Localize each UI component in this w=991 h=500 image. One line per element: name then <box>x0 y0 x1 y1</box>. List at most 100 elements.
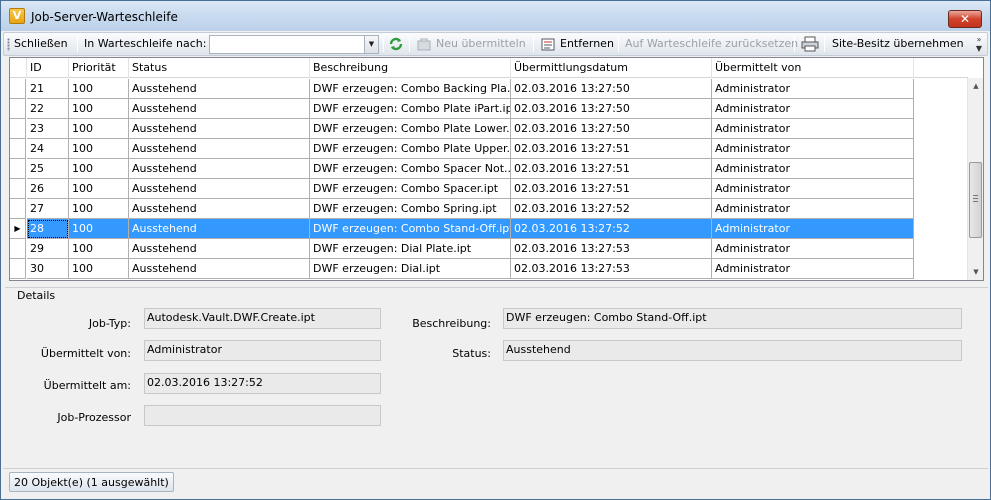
cell-id[interactable]: 21 <box>27 79 69 99</box>
cell-description[interactable]: DWF erzeugen: Combo Spacer Not... <box>310 159 511 179</box>
scroll-up-icon[interactable]: ▲ <box>968 78 983 94</box>
row-header[interactable] <box>10 199 26 219</box>
refresh-button[interactable] <box>388 36 404 52</box>
row-header[interactable] <box>10 159 26 179</box>
cell-status[interactable]: Ausstehend <box>129 79 310 99</box>
cell-submitted-by[interactable]: Administrator <box>712 99 914 119</box>
cell-id[interactable]: 22 <box>27 99 69 119</box>
cell-priority[interactable]: 100 <box>69 239 129 259</box>
cell-status[interactable]: Ausstehend <box>129 119 310 139</box>
column-header-priority[interactable]: Priorität <box>69 58 129 78</box>
cell-status[interactable]: Ausstehend <box>129 259 310 279</box>
table-row[interactable]: 24 100 Ausstehend DWF erzeugen: Combo Plate… <box>10 139 968 159</box>
row-pointer-icon[interactable]: ▶ <box>10 219 26 239</box>
cell-status[interactable]: Ausstehend <box>129 139 310 159</box>
cell-priority[interactable]: 100 <box>69 159 129 179</box>
row-header[interactable] <box>10 179 26 199</box>
table-row[interactable]: 27 100 Ausstehend DWF erzeugen: Combo Sprin… <box>10 199 968 219</box>
cell-description[interactable]: DWF erzeugen: Combo Plate iPart.ipt <box>310 99 511 119</box>
cell-submit-date[interactable]: 02.03.2016 13:27:50 <box>511 119 712 139</box>
scrollbar-thumb[interactable] <box>969 162 982 238</box>
column-header-status[interactable]: Status <box>129 58 310 78</box>
cell-submit-date[interactable]: 02.03.2016 13:27:53 <box>511 239 712 259</box>
column-header-description[interactable]: Beschreibung <box>310 58 511 78</box>
cell-description[interactable]: DWF erzeugen: Combo Stand-Off.ipt <box>310 219 511 239</box>
cell-status[interactable]: Ausstehend <box>129 219 310 239</box>
cell-priority[interactable]: 100 <box>69 219 129 239</box>
cell-submit-date[interactable]: 02.03.2016 13:27:52 <box>511 219 712 239</box>
cell-submit-date[interactable]: 02.03.2016 13:27:53 <box>511 259 712 279</box>
cell-priority[interactable]: 100 <box>69 119 129 139</box>
toolbar-grip[interactable] <box>7 38 10 51</box>
cell-priority[interactable]: 100 <box>69 139 129 159</box>
column-header-submit-date[interactable]: Übermittlungsdatum <box>511 58 712 78</box>
cell-id[interactable]: 23 <box>27 119 69 139</box>
row-header[interactable] <box>10 259 26 279</box>
cell-description[interactable]: DWF erzeugen: Combo Backing Pla... <box>310 79 511 99</box>
toolbar-overflow-icon[interactable]: » ▼ <box>973 35 985 53</box>
cell-description[interactable]: DWF erzeugen: Combo Plate Lower... <box>310 119 511 139</box>
cell-status[interactable]: Ausstehend <box>129 159 310 179</box>
print-button[interactable] <box>801 36 819 52</box>
column-header-id[interactable]: ID <box>27 58 69 78</box>
cell-id[interactable]: 26 <box>27 179 69 199</box>
row-header[interactable] <box>10 119 26 139</box>
row-header[interactable] <box>10 239 26 259</box>
cell-status[interactable]: Ausstehend <box>129 199 310 219</box>
cell-id[interactable]: 27 <box>27 199 69 219</box>
table-row[interactable]: 29 100 Ausstehend DWF erzeugen: Dial Plate.… <box>10 239 968 259</box>
cell-priority[interactable]: 100 <box>69 199 129 219</box>
cell-submit-date[interactable]: 02.03.2016 13:27:51 <box>511 159 712 179</box>
cell-description[interactable]: DWF erzeugen: Dial Plate.ipt <box>310 239 511 259</box>
cell-priority[interactable]: 100 <box>69 79 129 99</box>
cell-submitted-by[interactable]: Administrator <box>712 139 914 159</box>
row-header[interactable] <box>10 79 26 99</box>
cell-submitted-by[interactable]: Administrator <box>712 79 914 99</box>
cell-submit-date[interactable]: 02.03.2016 13:27:51 <box>511 139 712 159</box>
row-header[interactable] <box>10 139 26 159</box>
table-row[interactable]: 30 100 Ausstehend DWF erzeugen: Dial.ipt 02.… <box>10 259 968 279</box>
cell-description[interactable]: DWF erzeugen: Combo Plate Upper... <box>310 139 511 159</box>
cell-submitted-by[interactable]: Administrator <box>712 119 914 139</box>
row-header[interactable] <box>10 99 26 119</box>
cell-status[interactable]: Ausstehend <box>129 239 310 259</box>
cell-priority[interactable]: 100 <box>69 179 129 199</box>
cell-id[interactable]: 28 <box>27 219 69 239</box>
cell-description[interactable]: DWF erzeugen: Combo Spacer.ipt <box>310 179 511 199</box>
remove-button[interactable]: Entfernen <box>540 33 614 55</box>
cell-submitted-by[interactable]: Administrator <box>712 179 914 199</box>
table-row[interactable]: 21 100 Ausstehend DWF erzeugen: Combo Backi… <box>10 79 968 99</box>
table-row[interactable]: 26 100 Ausstehend DWF erzeugen: Combo Space… <box>10 179 968 199</box>
take-site-ownership-button[interactable]: Site-Besitz übernehmen <box>832 33 964 55</box>
cell-status[interactable]: Ausstehend <box>129 179 310 199</box>
vertical-scrollbar[interactable]: ▲ ▼ <box>967 78 983 280</box>
cell-priority[interactable]: 100 <box>69 259 129 279</box>
cell-submit-date[interactable]: 02.03.2016 13:27:52 <box>511 199 712 219</box>
cell-submit-date[interactable]: 02.03.2016 13:27:50 <box>511 79 712 99</box>
cell-submit-date[interactable]: 02.03.2016 13:27:51 <box>511 179 712 199</box>
cell-submit-date[interactable]: 02.03.2016 13:27:50 <box>511 99 712 119</box>
table-row[interactable]: ▶ 28 100 Ausstehend DWF erzeugen: Combo Stan… <box>10 219 968 239</box>
cell-submitted-by[interactable]: Administrator <box>712 239 914 259</box>
cell-submitted-by[interactable]: Administrator <box>712 199 914 219</box>
close-button[interactable]: Schließen <box>14 33 68 55</box>
cell-submitted-by[interactable]: Administrator <box>712 159 914 179</box>
resubmit-button[interactable]: Neu übermitteln <box>416 33 526 55</box>
queue-filter-combobox[interactable]: ▼ <box>209 35 379 54</box>
cell-status[interactable]: Ausstehend <box>129 99 310 119</box>
cell-description[interactable]: DWF erzeugen: Dial.ipt <box>310 259 511 279</box>
close-window-button[interactable]: ✕ <box>948 10 982 28</box>
chevron-down-icon[interactable]: ▼ <box>364 36 378 53</box>
cell-id[interactable]: 24 <box>27 139 69 159</box>
column-header-submitted-by[interactable]: Übermittelt von <box>712 58 914 78</box>
cell-description[interactable]: DWF erzeugen: Combo Spring.ipt <box>310 199 511 219</box>
table-row[interactable]: 25 100 Ausstehend DWF erzeugen: Combo Space… <box>10 159 968 179</box>
cell-id[interactable]: 29 <box>27 239 69 259</box>
cell-id[interactable]: 30 <box>27 259 69 279</box>
cell-submitted-by[interactable]: Administrator <box>712 259 914 279</box>
reset-to-queue-button[interactable]: Auf Warteschleife zurücksetzen <box>625 33 798 55</box>
cell-priority[interactable]: 100 <box>69 99 129 119</box>
table-row[interactable]: 22 100 Ausstehend DWF erzeugen: Combo Plate… <box>10 99 968 119</box>
cell-submitted-by[interactable]: Administrator <box>712 219 914 239</box>
scroll-down-icon[interactable]: ▼ <box>968 264 983 280</box>
